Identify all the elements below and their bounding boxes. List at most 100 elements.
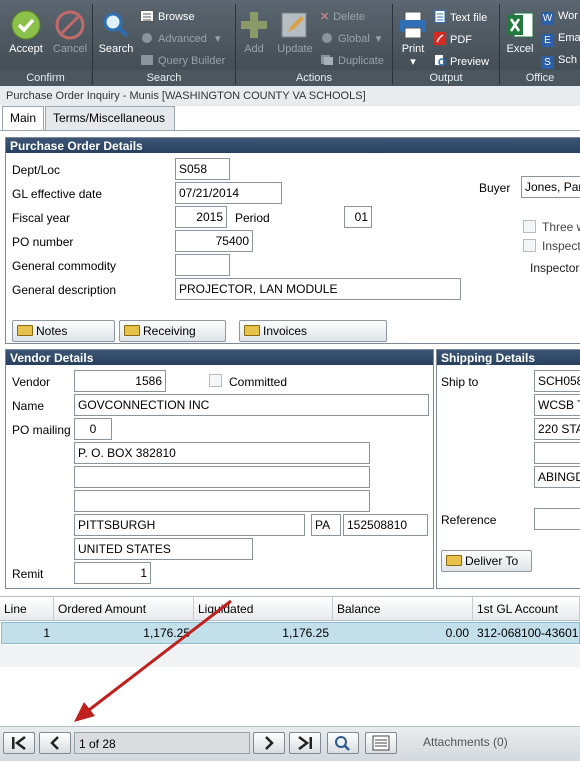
pdf-button[interactable]: PDF <box>434 32 472 46</box>
commodity-field[interactable] <box>175 254 230 276</box>
vendor-header: Vendor Details <box>6 350 433 365</box>
gl-date-field[interactable]: 07/21/2014 <box>175 182 282 204</box>
column-header-liquidated[interactable]: Liquidated <box>194 597 333 621</box>
ship-line4-field[interactable]: ABINGD <box>534 466 580 488</box>
print-button[interactable]: Print ▾ <box>396 8 430 68</box>
advanced-label: Advanced <box>158 33 207 45</box>
column-header-gl-account[interactable]: 1st GL Account <box>473 597 580 621</box>
vendor-name-field[interactable]: GOVCONNECTION INC <box>74 394 429 416</box>
ship-to-label: Ship to <box>441 375 479 389</box>
query-builder-button[interactable]: Query Builder <box>140 54 225 67</box>
ship-to-field[interactable]: SCH058 <box>534 370 580 392</box>
commodity-label: General commodity <box>12 259 117 273</box>
accept-button[interactable]: Accept <box>6 8 46 68</box>
reference-field[interactable] <box>534 508 580 530</box>
tab-main[interactable]: Main <box>2 106 44 131</box>
advanced-button[interactable]: Advanced ▾ <box>140 32 220 45</box>
city-field[interactable]: PITTSBURGH <box>74 514 305 536</box>
cell-balance: 0.00 <box>445 626 469 640</box>
first-icon <box>12 736 26 750</box>
cancel-button[interactable]: Cancel <box>50 8 90 68</box>
po-number-field[interactable]: 75400 <box>175 230 253 252</box>
country-field[interactable]: UNITED STATES <box>74 538 253 560</box>
next-record-button[interactable] <box>253 732 285 754</box>
column-header-line[interactable]: Line <box>0 597 54 621</box>
three-way-checkbox[interactable] <box>523 220 536 233</box>
delete-label: Delete <box>333 11 366 23</box>
preview-button[interactable]: Preview <box>434 54 489 68</box>
vendor-field[interactable]: 1586 <box>74 370 166 392</box>
state-field[interactable]: PA <box>311 514 341 536</box>
remit-label: Remit <box>12 567 44 581</box>
address-line3-field[interactable] <box>74 490 370 512</box>
ship-line1-field[interactable]: WCSB T <box>534 394 580 416</box>
dept-field[interactable]: S058 <box>175 158 230 180</box>
find-record-button[interactable] <box>327 732 359 754</box>
global-button[interactable]: Global ▾ <box>320 32 381 45</box>
ship-line2-field[interactable]: 220 STA <box>534 418 580 440</box>
search-label: Search <box>98 43 134 55</box>
dept-label: Dept/Loc <box>12 163 61 177</box>
delete-button[interactable]: ✕ Delete <box>320 10 365 23</box>
update-label: Update <box>277 43 313 55</box>
search-button[interactable]: Search <box>96 8 136 68</box>
last-record-button[interactable] <box>289 732 321 754</box>
address-line2-field[interactable] <box>74 466 370 488</box>
po-mailing-field[interactable]: 0 <box>74 418 112 440</box>
query-builder-icon <box>141 55 153 65</box>
column-header-balance[interactable]: Balance <box>333 597 473 621</box>
email-label: Ema <box>558 32 580 44</box>
deliver-to-button[interactable]: Deliver To <box>441 550 532 572</box>
period-field[interactable]: 01 <box>344 206 372 228</box>
email-button[interactable]: E Ema <box>541 32 580 47</box>
ship-line3-field[interactable] <box>534 442 580 464</box>
record-position-field[interactable]: 1 of 28 <box>74 732 250 754</box>
delete-icon: ✕ <box>320 11 330 23</box>
duplicate-button[interactable]: Duplicate <box>320 54 384 67</box>
query-builder-label: Query Builder <box>158 55 226 67</box>
gl-date-label: GL effective date <box>12 187 103 201</box>
invoices-button[interactable]: Invoices <box>239 320 387 342</box>
first-record-button[interactable] <box>3 732 35 754</box>
inspect-checkbox[interactable] <box>523 239 536 252</box>
buyer-field[interactable]: Jones, Par <box>521 176 580 198</box>
shipping-header: Shipping Details <box>437 350 580 365</box>
committed-checkbox[interactable] <box>209 374 222 387</box>
browse-button[interactable]: Browse <box>140 10 195 23</box>
po-number-label: PO number <box>12 235 74 249</box>
excel-button[interactable]: Excel <box>503 8 537 68</box>
chevron-right-icon <box>265 736 274 750</box>
text-file-icon <box>434 10 446 23</box>
word-button[interactable]: W Wor <box>541 10 578 25</box>
receiving-button[interactable]: Receiving <box>119 320 226 342</box>
description-field[interactable]: PROJECTOR, LAN MODULE <box>175 278 461 300</box>
folder-icon <box>446 555 462 566</box>
previous-record-button[interactable] <box>39 732 71 754</box>
group-office-label: Office <box>500 70 580 86</box>
text-file-button[interactable]: Text file <box>434 10 487 24</box>
global-label: Global <box>338 33 370 45</box>
browse-icon <box>140 10 154 22</box>
notes-button[interactable]: Notes <box>12 320 115 342</box>
remit-field[interactable]: 1 <box>74 562 151 584</box>
zip-field[interactable]: 152508810 <box>343 514 428 536</box>
column-header-ordered-amount[interactable]: Ordered Amount <box>54 597 194 621</box>
fiscal-year-field[interactable]: 2015 <box>175 206 227 228</box>
plus-icon <box>241 12 267 38</box>
print-label: Print <box>401 43 425 55</box>
deliver-to-label: Deliver To <box>465 554 519 568</box>
schedule-button[interactable]: S Sch <box>541 54 577 69</box>
chevron-down-icon: ▾ <box>410 56 416 68</box>
folder-icon <box>244 325 260 336</box>
name-label: Name <box>12 399 45 413</box>
attachments-link[interactable]: Attachments (0) <box>423 735 508 749</box>
address-line1-field[interactable]: P. O. BOX 382810 <box>74 442 370 464</box>
tab-terms-miscellaneous[interactable]: Terms/Miscellaneous <box>45 106 175 130</box>
add-button[interactable]: Add <box>238 8 270 68</box>
record-navigation-bar: 1 of 28 Attachments (0) <box>0 726 580 761</box>
list-view-button[interactable] <box>365 732 397 754</box>
description-label: General description <box>12 283 117 297</box>
update-button[interactable]: Update <box>276 8 314 68</box>
buyer-label: Buyer <box>479 181 511 195</box>
list-icon <box>372 735 390 751</box>
